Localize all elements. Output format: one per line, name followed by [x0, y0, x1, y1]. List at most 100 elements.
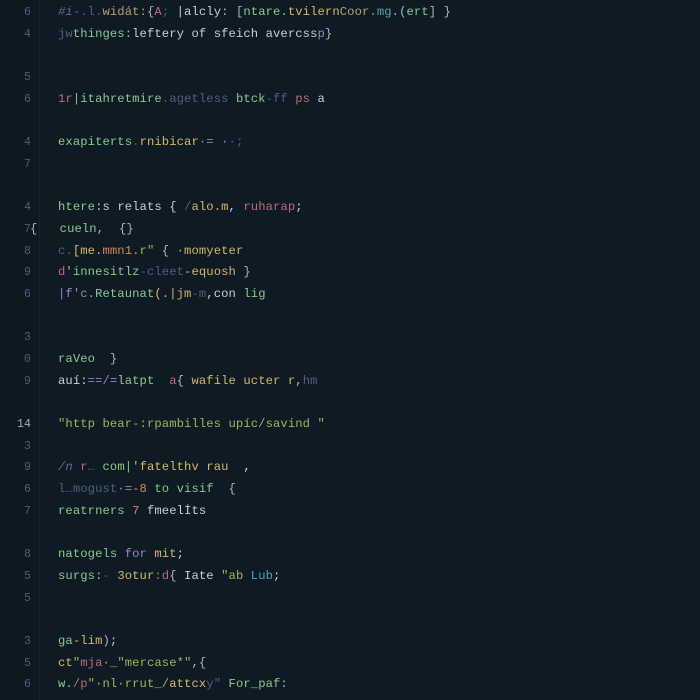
token: r: [80, 460, 87, 474]
line-number: 3: [0, 327, 39, 349]
token: mg: [377, 5, 392, 19]
code-line[interactable]: /n r… com|'fatelthv rau ,: [58, 457, 700, 479]
line-number: [0, 696, 39, 700]
token: |itahretmire: [73, 92, 162, 106]
token: raVeo: [58, 352, 95, 366]
token: ,: [229, 200, 244, 214]
token: ·= ·: [199, 135, 229, 149]
line-number: 9: [0, 457, 39, 479]
token: (.|jm: [154, 287, 191, 301]
token: ps: [295, 92, 310, 106]
code-line[interactable]: reatrners 7 fmeelİts: [58, 501, 700, 523]
line-number: 9: [0, 262, 39, 284]
line-number: 4: [0, 24, 39, 46]
code-line[interactable]: [58, 436, 700, 458]
token: mja: [80, 656, 102, 670]
token: #i: [58, 5, 73, 19]
token: .agetless: [162, 92, 236, 106]
line-number: 4: [0, 132, 39, 154]
token: ·;: [229, 135, 244, 149]
token: -ff: [266, 92, 296, 106]
token: c.: [58, 244, 73, 258]
line-number: 8: [0, 241, 39, 263]
code-line[interactable]: l…mogust·=-8 to visif {: [58, 479, 700, 501]
token: : [: [221, 5, 243, 19]
token: A: [154, 5, 161, 19]
code-line[interactable]: 1r|itahretmire.agetless btck-ff ps a: [58, 89, 700, 111]
token: ;: [295, 200, 302, 214]
token: }: [236, 265, 251, 279]
line-number: [0, 306, 39, 328]
code-line[interactable]: { cueln, {}: [30, 219, 700, 241]
token: ,con: [206, 287, 243, 301]
token: 3otur: [117, 569, 154, 583]
token: -8: [132, 482, 147, 496]
token: for: [125, 547, 155, 561]
code-line[interactable]: "http bear-:rpambilles upíc/savind ": [58, 414, 700, 436]
code-area[interactable]: #i-.l.widát:{A; |alcly: [ntare.tvilernCo…: [40, 0, 700, 700]
code-line[interactable]: [58, 327, 700, 349]
code-line[interactable]: d'innesitlz-cleet-equosh }: [58, 262, 700, 284]
token: ert: [407, 5, 429, 19]
code-line[interactable]: exapiterts.rnibicar·= ··;: [58, 132, 700, 154]
code-line[interactable]: [58, 154, 700, 176]
token: -cleet: [140, 265, 184, 279]
token: {: [214, 482, 236, 496]
code-line[interactable]: [58, 67, 700, 89]
token: tvilern: [288, 5, 340, 19]
code-line[interactable]: natogels for mit;: [58, 544, 700, 566]
token: -lim: [73, 634, 103, 648]
code-line[interactable]: auí:==/=latpt a{ wafile ucter r,hm: [58, 371, 700, 393]
code-line[interactable]: |f'c.Retaunat(.|jm-m,con lig: [58, 284, 700, 306]
token: ;: [110, 634, 117, 648]
token: to visif: [147, 482, 214, 496]
token: ;: [273, 569, 280, 583]
line-number: [0, 609, 39, 631]
token: , {}: [97, 222, 134, 236]
token: p: [317, 27, 324, 41]
token: {: [177, 374, 192, 388]
line-number: 6: [0, 674, 39, 696]
token: attcx: [169, 677, 206, 691]
token: ntare.: [243, 5, 287, 19]
code-line[interactable]: htere:s relats { /alo.m, ruharap;: [58, 197, 700, 219]
token: /p: [73, 677, 88, 691]
line-number: 9: [0, 371, 39, 393]
token: momyeter: [184, 244, 243, 258]
code-line[interactable]: [58, 588, 700, 610]
code-line[interactable]: surgs:- 3otur:d{ Iate "ab Lub;: [58, 566, 700, 588]
token: com|: [103, 460, 133, 474]
token: .r": [132, 244, 154, 258]
line-number: 6: [0, 284, 39, 306]
line-number: 7: [0, 154, 39, 176]
token: *": [177, 656, 192, 670]
token: For_paf:: [221, 677, 288, 691]
token: -equosh: [184, 265, 236, 279]
token: leftery of sfeich avercss: [132, 27, 317, 41]
token: }: [95, 352, 117, 366]
code-editor[interactable]: 6456474789630914396785535691081112139 #i…: [0, 0, 700, 700]
token: …: [88, 460, 103, 474]
token: |f'c: [58, 287, 88, 301]
line-number: 6: [0, 89, 39, 111]
code-line[interactable]: ga-lim);: [58, 631, 700, 653]
token: ·_"mercase: [103, 656, 177, 670]
line-number: 3: [0, 631, 39, 653]
token: -.l.: [73, 5, 103, 19]
line-number: [0, 176, 39, 198]
token: 'innesitlz: [65, 265, 139, 279]
token: w.: [58, 677, 73, 691]
code-line[interactable]: raVeo }: [58, 349, 700, 371]
code-line[interactable]: jwthinges:leftery of sfeich avercssp}: [58, 24, 700, 46]
line-number: 6: [0, 2, 39, 24]
line-number: [0, 392, 39, 414]
code-line[interactable]: ct"mja·_"mercase*",{: [58, 653, 700, 675]
code-line[interactable]: #i-.l.widát:{A; |alcly: [ntare.tvilernCo…: [58, 2, 700, 24]
token: ruharap: [243, 200, 295, 214]
code-line[interactable]: w./p"·nl·rrut_/attcxy" For_paf:: [58, 674, 700, 696]
token: }: [325, 27, 332, 41]
code-line[interactable]: c.[me.mmn1.r" { ·momyeter: [58, 241, 700, 263]
token: ;: [177, 547, 184, 561]
token: reatrners: [58, 504, 132, 518]
line-number: 0: [0, 349, 39, 371]
